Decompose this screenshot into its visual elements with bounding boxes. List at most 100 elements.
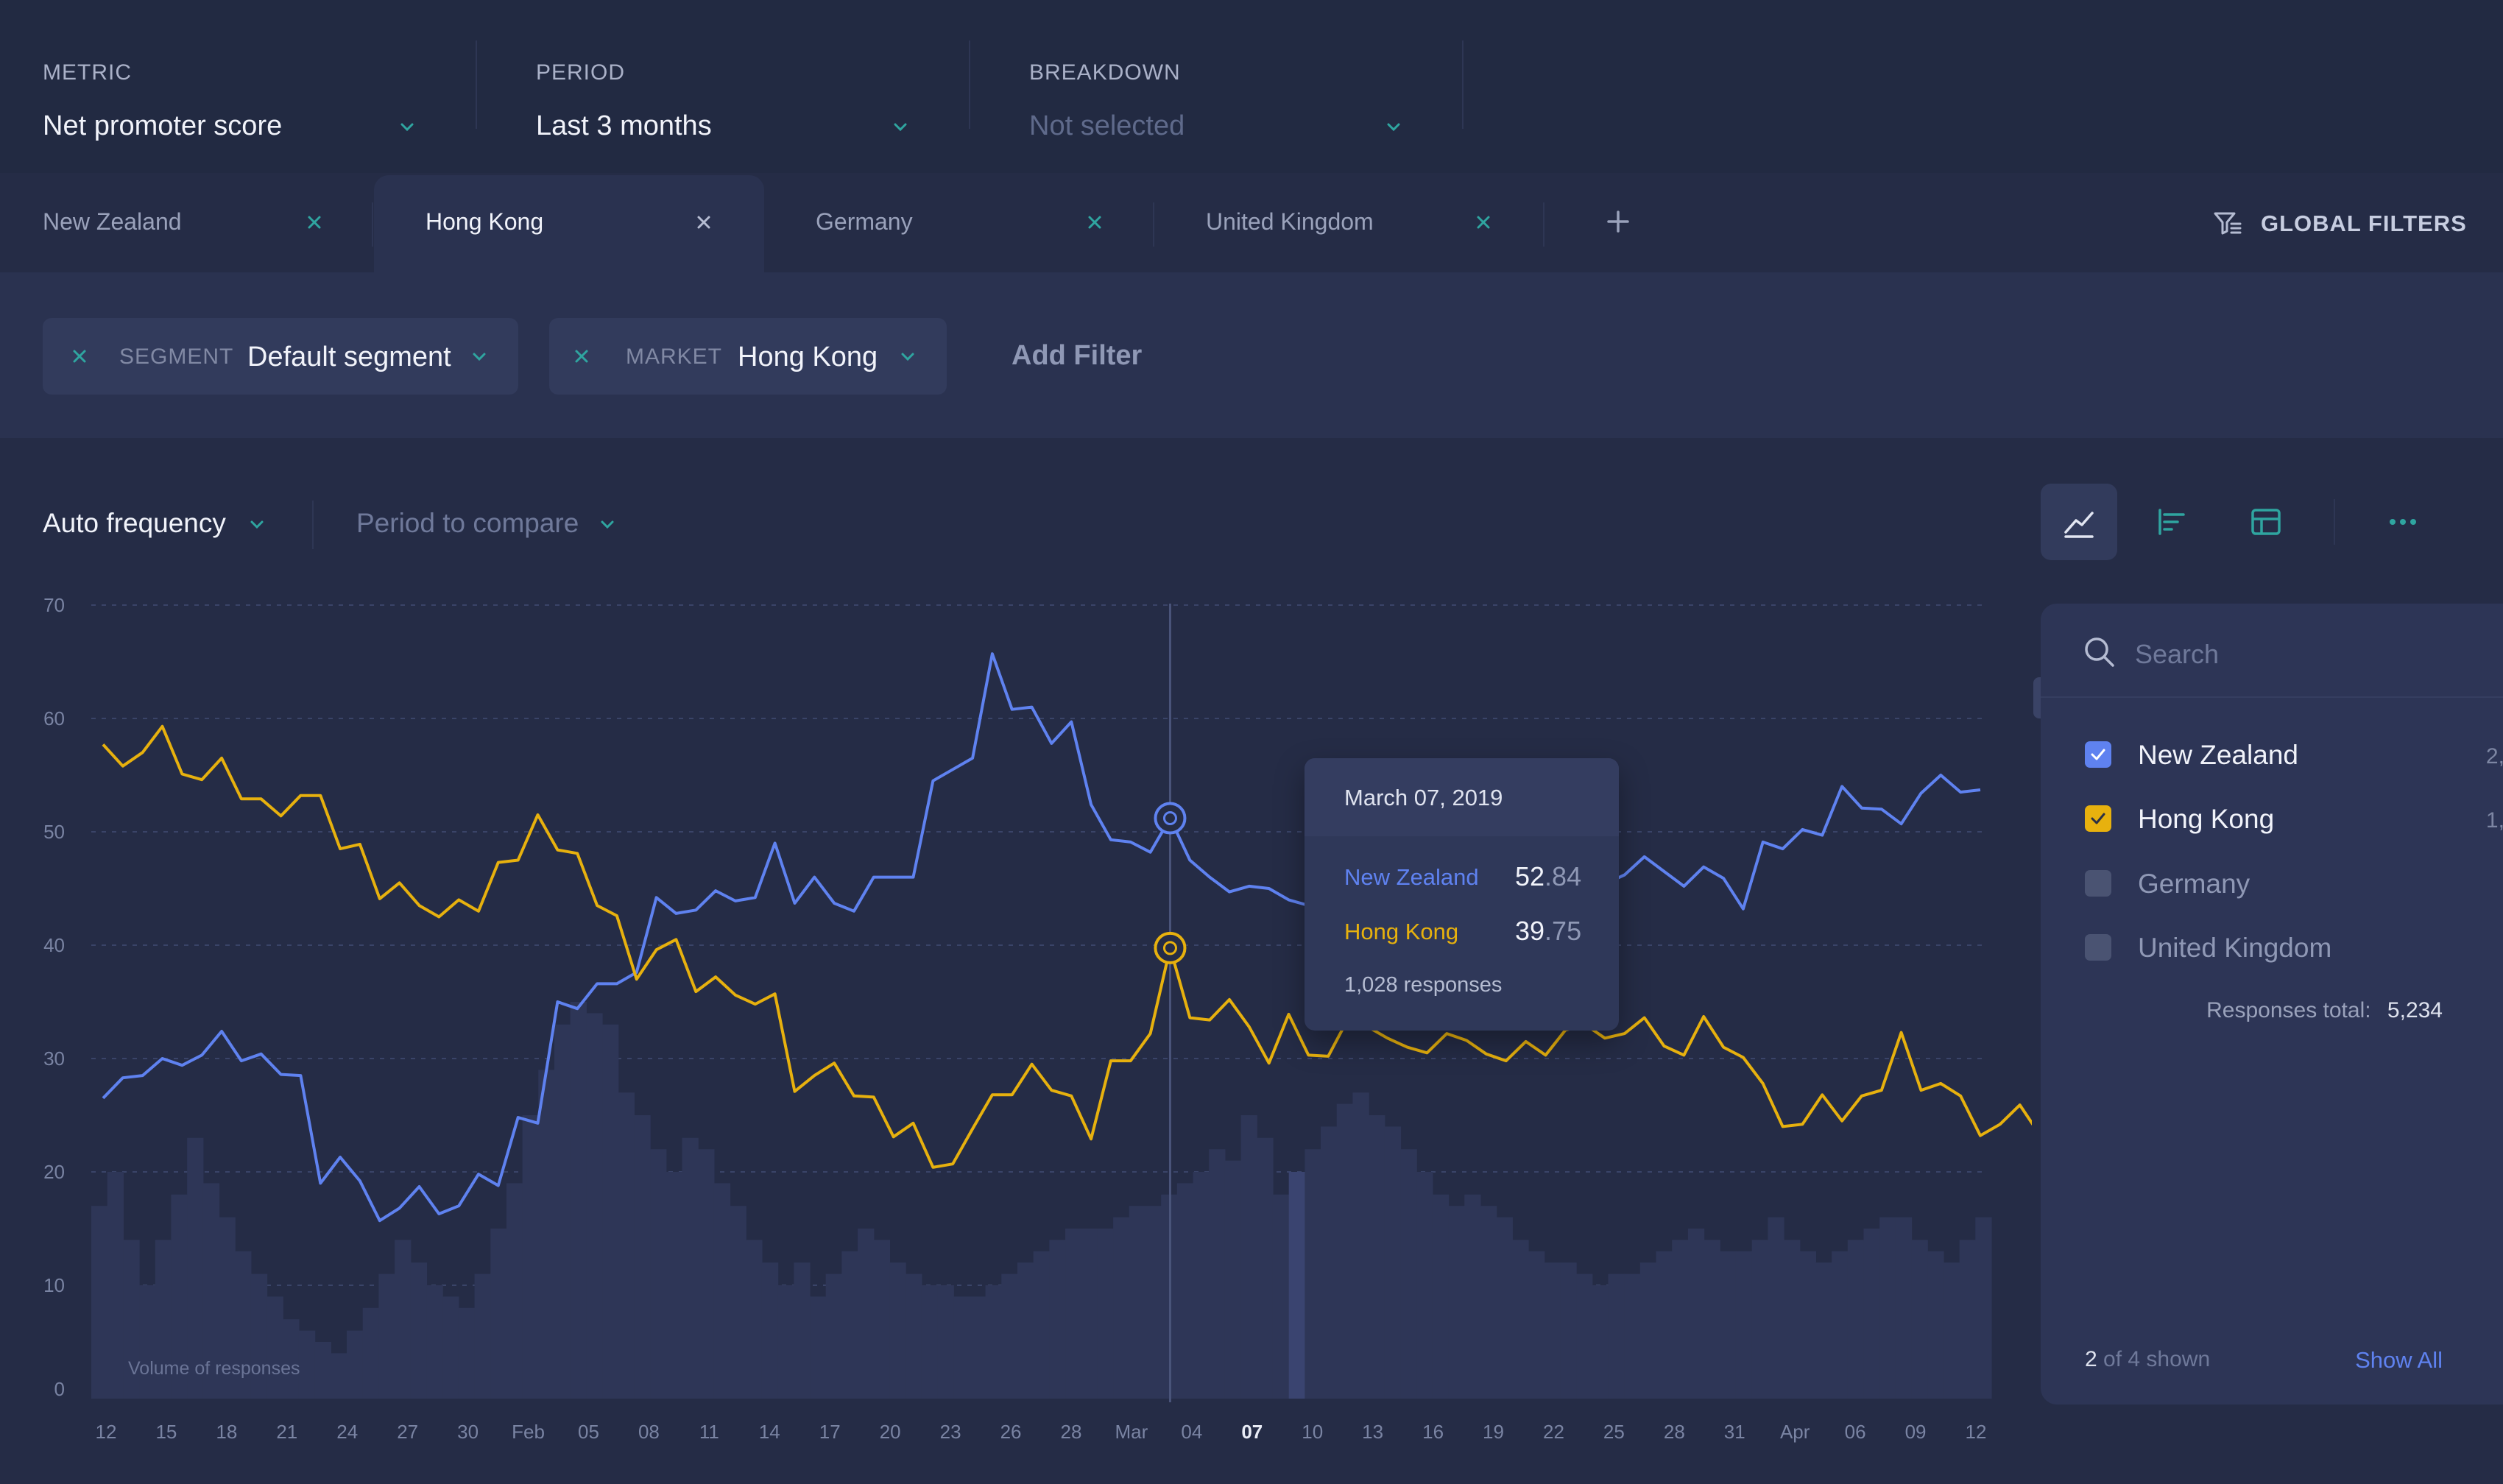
legend-item[interactable]: New Zealand 2,974: [2085, 732, 2503, 777]
search-input[interactable]: Search: [2135, 639, 2219, 670]
volume-bar: [858, 1229, 875, 1399]
breakdown-selector[interactable]: BREAKDOWN Not selected: [1016, 22, 1428, 147]
volume-bar: [698, 1149, 715, 1399]
search-icon: [2085, 637, 2114, 667]
close-icon[interactable]: [1473, 212, 1494, 233]
period-selector[interactable]: PERIOD Last 3 months: [523, 22, 935, 147]
volume-bar: [1224, 1160, 1242, 1399]
close-icon[interactable]: [304, 212, 325, 233]
table-view-button[interactable]: [2228, 484, 2304, 560]
checkbox[interactable]: [2085, 934, 2111, 961]
volume-bar: [810, 1296, 827, 1399]
chevron-down-icon: [901, 353, 914, 361]
legend-item[interactable]: United Kingdom 325: [2085, 925, 2453, 969]
breakdown-label: BREAKDOWN: [1029, 60, 1181, 85]
period-compare-selector[interactable]: Period to compare: [356, 498, 636, 549]
checkbox[interactable]: [2085, 870, 2111, 897]
volume-bar: [1257, 1137, 1274, 1399]
x-tick-label: 19: [1483, 1421, 1504, 1443]
volume-bar: [1608, 1273, 1625, 1399]
volume-bar: [730, 1206, 746, 1399]
add-filter-button[interactable]: Add Filter: [1012, 340, 1142, 372]
x-tick-label: 25: [1603, 1421, 1625, 1443]
x-tick-label: 07: [1241, 1421, 1263, 1443]
line-chart-view-button[interactable]: [2041, 484, 2117, 560]
volume-bar: [1832, 1251, 1849, 1399]
chevron-down-icon: [473, 353, 486, 361]
chevron-down-icon: [601, 520, 614, 529]
volume-bar: [921, 1285, 939, 1399]
metric-selector[interactable]: METRIC Net promoter score: [29, 22, 442, 147]
x-tick-label: Mar: [1115, 1421, 1148, 1443]
volume-bar: [953, 1296, 970, 1399]
tooltip-series-name: Hong Kong: [1344, 919, 1459, 944]
x-tick-label: 21: [276, 1421, 297, 1443]
legend-item-name: Germany: [2138, 869, 2250, 899]
x-tick-label: 27: [397, 1421, 418, 1443]
volume-bar: [1097, 1229, 1114, 1399]
volume-bar: [1416, 1172, 1433, 1399]
highlight-point: [1154, 931, 1187, 964]
volume-bar: [1480, 1206, 1497, 1399]
legend-item-name: United Kingdom: [2138, 933, 2332, 963]
table-icon: [2251, 509, 2281, 535]
volume-bar: [1512, 1240, 1529, 1399]
market-filter-chip[interactable]: MARKET Hong Kong: [549, 318, 947, 395]
show-all-link[interactable]: Show All: [2341, 1347, 2443, 1374]
divider: [1543, 202, 1544, 247]
close-icon[interactable]: [693, 212, 714, 233]
x-tick-label: 18: [216, 1421, 237, 1443]
volume-bar: [1033, 1251, 1050, 1399]
legend-item-count: 1,045: [2485, 808, 2503, 833]
volume-bar: [1879, 1217, 1896, 1399]
filter-value: Hong Kong: [738, 342, 878, 372]
legend-item-count: 2,974: [2485, 744, 2503, 768]
volume-bar: [1288, 1172, 1305, 1399]
series-line: [102, 724, 2032, 1169]
segment-filter-chip[interactable]: SEGMENT Default segment: [43, 318, 518, 395]
chevron-down-icon: [400, 123, 414, 132]
tab-new-zealand[interactable]: New Zealand: [0, 175, 372, 272]
add-tab-icon[interactable]: [1605, 208, 1631, 235]
tooltip-responses: 1,028 responses: [1344, 973, 1503, 997]
checkbox[interactable]: [2085, 805, 2111, 832]
period-value: Last 3 months: [536, 110, 712, 141]
global-filters-button[interactable]: GLOBAL FILTERS: [2212, 205, 2466, 241]
x-tick-label: 14: [759, 1421, 780, 1443]
tab-germany[interactable]: Germany: [766, 175, 1152, 272]
volume-bar: [1720, 1251, 1737, 1399]
volume-bar: [873, 1240, 891, 1399]
volume-bar: [107, 1172, 124, 1399]
volume-bar: [1815, 1262, 1832, 1399]
legend-search[interactable]: Search: [2041, 604, 2503, 698]
breakdown-value: Not selected: [1029, 110, 1185, 141]
y-tick-label: 10: [43, 1274, 65, 1296]
legend-item[interactable]: Hong Kong 1,045: [2085, 796, 2503, 841]
divider: [969, 40, 970, 129]
volume-bar: [1432, 1194, 1450, 1399]
x-tick-label: 15: [155, 1421, 177, 1443]
checkbox[interactable]: [2085, 741, 2111, 768]
volume-bar: [1496, 1217, 1513, 1399]
close-icon[interactable]: [1084, 212, 1105, 233]
frequency-selector[interactable]: Auto frequency: [43, 498, 278, 549]
x-tick-label: 28: [1061, 1421, 1082, 1443]
volume-bar: [91, 1206, 108, 1399]
bar-chart-view-button[interactable]: [2133, 484, 2210, 560]
tab-united-kingdom[interactable]: United Kingdom: [1154, 175, 1543, 272]
volume-bar: [1704, 1240, 1720, 1399]
period-label: PERIOD: [536, 60, 626, 85]
series-line: [102, 652, 1981, 1223]
volume-bar: [506, 1183, 523, 1399]
tab-hong-kong[interactable]: Hong Kong: [374, 175, 764, 272]
volume-bar: [777, 1285, 794, 1399]
more-options-button[interactable]: [2365, 484, 2441, 560]
legend-item[interactable]: Germany 890: [2085, 861, 2453, 905]
close-icon[interactable]: [69, 346, 90, 367]
x-tick-label: 22: [1543, 1421, 1564, 1443]
tooltip-series-name: New Zealand: [1344, 864, 1479, 890]
volume-bar: [250, 1273, 268, 1399]
volume-bar: [378, 1273, 395, 1399]
close-icon[interactable]: [571, 346, 592, 367]
volume-bar: [1176, 1183, 1194, 1399]
